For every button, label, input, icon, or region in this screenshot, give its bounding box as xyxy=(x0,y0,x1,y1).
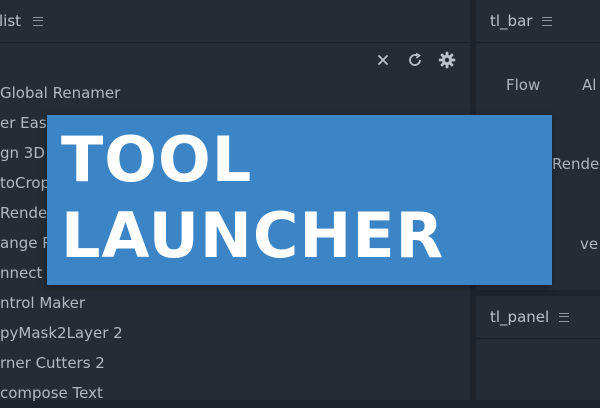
gear-icon[interactable] xyxy=(438,51,456,69)
tl-panel-panel-header: tl_panel xyxy=(476,296,600,339)
banner-title-line-1: TOOL xyxy=(61,123,253,196)
tl-bar-item-rende[interactable]: Rende xyxy=(552,155,599,173)
tl-bar-panel-header: tl_bar xyxy=(476,0,600,43)
list-item[interactable]: pyMask2Layer 2 xyxy=(0,318,470,348)
list-item[interactable]: ntrol Maker xyxy=(0,288,470,318)
hamburger-icon[interactable] xyxy=(542,16,553,26)
refresh-icon[interactable] xyxy=(406,51,424,69)
banner-title-line-2: LAUNCHER xyxy=(61,199,445,272)
hamburger-icon[interactable] xyxy=(559,312,570,322)
tl-bar-item-al[interactable]: Al xyxy=(582,76,596,94)
tool-list-panel-title: list xyxy=(0,12,22,30)
list-item[interactable]: compose Text xyxy=(0,378,470,408)
close-icon[interactable] xyxy=(374,51,392,69)
tool-launcher-banner: TOOL LAUNCHER xyxy=(47,115,552,285)
tl-bar-panel-title: tl_bar xyxy=(490,12,533,30)
list-item[interactable]: Global Renamer xyxy=(0,78,470,108)
list-item[interactable]: rner Cutters 2 xyxy=(0,348,470,378)
tl-panel-panel: tl_panel xyxy=(476,296,600,400)
hamburger-icon[interactable] xyxy=(33,16,44,26)
tl-bar-item-flow[interactable]: Flow xyxy=(506,76,540,94)
tl-panel-panel-title: tl_panel xyxy=(490,308,550,326)
tool-list-panel-header: list xyxy=(0,0,470,43)
tool-list-toolbar xyxy=(374,48,456,72)
tl-bar-item-ve[interactable]: ve xyxy=(580,235,598,253)
